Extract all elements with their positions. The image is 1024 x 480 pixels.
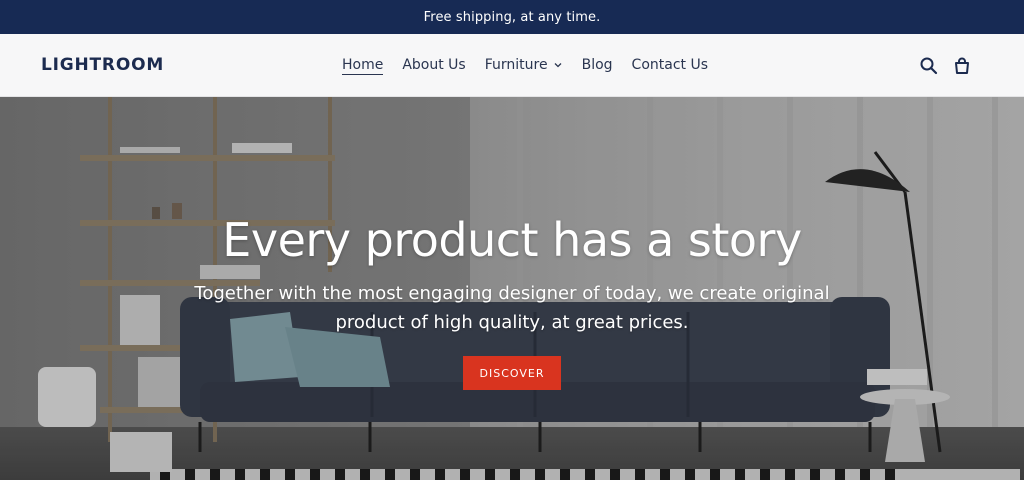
site-logo[interactable]: LIGHTROOM [41, 55, 164, 75]
hero-title: Every product has a story [222, 213, 802, 267]
nav-item-about-us[interactable]: About Us [402, 57, 465, 73]
announcement-bar: Free shipping, at any time. [0, 0, 1024, 34]
nav-item-furniture-label: Furniture [484, 57, 548, 73]
announcement-text[interactable]: Free shipping, at any time. [424, 10, 601, 25]
chevron-down-icon [554, 63, 562, 68]
search-icon[interactable] [919, 56, 939, 76]
header-icons [906, 56, 972, 76]
nav-item-home[interactable]: Home [342, 57, 384, 75]
discover-button[interactable]: DISCOVER [463, 356, 561, 390]
hero-text-block: Every product has a story Together with … [0, 97, 1024, 480]
cart-icon[interactable] [952, 56, 972, 76]
site-header: LIGHTROOM Home About Us Furniture Blog C… [0, 34, 1024, 97]
hero-subtitle: Together with the most engaging designer… [194, 283, 830, 333]
nav-item-furniture[interactable]: Furniture [485, 57, 563, 73]
hero-banner: Every product has a story Together with … [0, 97, 1024, 480]
main-nav: Home About Us Furniture Blog Contact Us [342, 34, 727, 96]
nav-item-blog[interactable]: Blog [582, 57, 613, 73]
nav-item-contact-us[interactable]: Contact Us [632, 57, 708, 73]
